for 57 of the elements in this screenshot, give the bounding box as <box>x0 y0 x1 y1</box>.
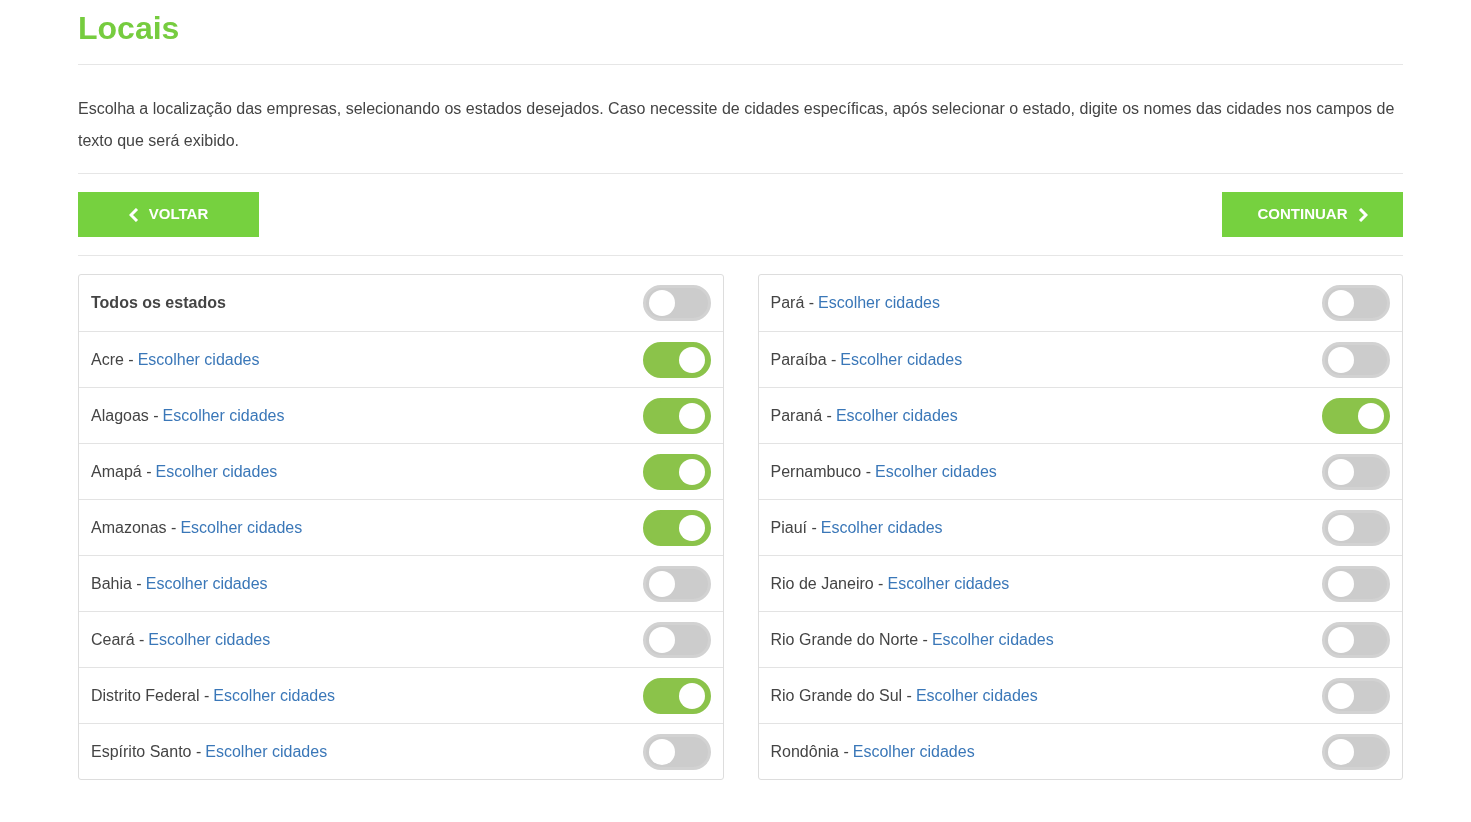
choose-cities-link[interactable]: Escolher cidades <box>155 459 278 484</box>
toggle-switch[interactable] <box>642 397 711 434</box>
choose-cities-link[interactable]: Escolher cidades <box>818 291 940 315</box>
toggle-switch[interactable] <box>1322 397 1390 434</box>
toggle-switch[interactable] <box>642 565 711 602</box>
state-name: Bahia - <box>91 573 142 594</box>
state-name: Paraná - <box>770 405 832 426</box>
toggle-switch[interactable] <box>1322 341 1390 378</box>
toggle-switch[interactable] <box>642 677 711 714</box>
state-name: Rio Grande do Norte - <box>770 629 928 650</box>
toggle-switch[interactable] <box>1322 733 1390 770</box>
choose-cities-link[interactable]: Escolher cidades <box>162 403 285 428</box>
toggle-switch[interactable] <box>1322 509 1390 546</box>
toggle-switch[interactable] <box>642 733 711 770</box>
state-name: Pernambuco - <box>770 461 871 482</box>
choose-cities-link[interactable]: Escolher cidades <box>148 627 271 652</box>
choose-cities-link[interactable]: Escolher cidades <box>180 515 303 540</box>
choose-cities-link[interactable]: Escolher cidades <box>875 459 997 484</box>
toggle-switch[interactable] <box>1322 453 1390 490</box>
state-name: Pará - <box>770 293 815 313</box>
state-name: Acre - <box>91 349 134 370</box>
intro-text: Escolha a localização das empresas, selecionando os estados desejados. Caso necessite de cidades específicas, após selecionar o estado, digite os nomes das cidades nos campos de texto que será exibido. <box>78 99 1396 151</box>
choose-cities-link[interactable]: Escolher cidades <box>840 347 963 372</box>
toggle-switch[interactable] <box>642 621 711 658</box>
state-name: Rio Grande do Sul - <box>770 685 912 706</box>
chevron-right-icon <box>1357 207 1368 222</box>
choose-cities-link[interactable]: Escolher cidades <box>137 347 260 372</box>
choose-cities-link[interactable]: Escolher cidades <box>931 627 1054 652</box>
state-name: Paraíba - <box>770 349 837 370</box>
page-title: Locais <box>78 9 181 48</box>
choose-cities-link[interactable]: Escolher cidades <box>887 571 1010 596</box>
choose-cities-link[interactable]: Escolher cidades <box>213 683 336 708</box>
choose-cities-link[interactable]: Escolher cidades <box>205 739 328 764</box>
chevron-left-icon <box>128 207 139 222</box>
choose-cities-link[interactable]: Escolher cidades <box>835 403 958 428</box>
toggle-switch[interactable] <box>1322 621 1390 658</box>
toggle-switch[interactable] <box>1322 565 1390 602</box>
choose-cities-link[interactable]: Escolher cidades <box>915 683 1038 708</box>
state-name: Rio de Janeiro - <box>770 573 884 594</box>
state-name: Distrito Federal - <box>91 685 210 706</box>
state-name: Alagoas - <box>91 405 159 426</box>
toggle-switch[interactable] <box>1322 285 1390 321</box>
choose-cities-link[interactable]: Escolher cidades <box>145 571 268 596</box>
all-states-label: Todos os estados <box>91 293 226 313</box>
state-name: Espírito Santo - <box>91 741 202 762</box>
toggle-switch[interactable] <box>642 509 711 546</box>
toggle-switch[interactable] <box>642 341 711 378</box>
toggle-switch[interactable] <box>642 453 711 490</box>
state-name: Ceará - <box>91 629 145 650</box>
state-name: Piauí - <box>770 517 817 538</box>
state-name: Amazonas - <box>91 517 177 538</box>
toggle-switch[interactable] <box>1322 677 1390 714</box>
state-name: Rondônia - <box>770 741 849 762</box>
choose-cities-link[interactable]: Escolher cidades <box>852 739 975 764</box>
choose-cities-link[interactable]: Escolher cidades <box>820 515 943 540</box>
state-name: Amapá - <box>91 461 152 482</box>
toggle-switch[interactable] <box>642 285 711 321</box>
